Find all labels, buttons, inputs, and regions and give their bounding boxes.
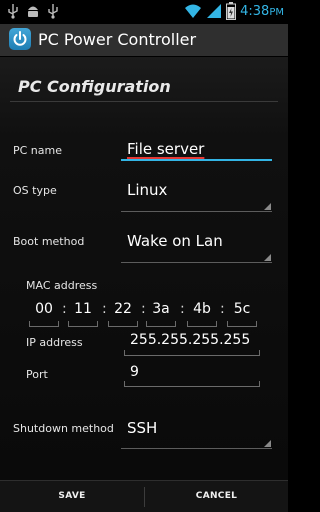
shutdown-method-spinner[interactable]: SSH: [127, 419, 157, 437]
port-label: Port: [26, 368, 48, 381]
boot-method-spinner-line: [121, 262, 272, 263]
mac-octet-5[interactable]: 4b: [188, 301, 216, 317]
cancel-button[interactable]: CANCEL: [145, 481, 288, 512]
port-underline: [124, 381, 260, 387]
wifi-icon: [185, 4, 202, 18]
dropdown-arrow-icon: [264, 254, 271, 261]
mac-octet-5-underline: [187, 321, 217, 327]
mac-octet-6-underline: [227, 321, 257, 327]
usb-icon: [8, 4, 18, 19]
boot-method-label: Boot method: [13, 235, 85, 248]
signal-icon: [207, 4, 222, 18]
port-input[interactable]: 9: [130, 364, 139, 380]
power-icon[interactable]: [9, 28, 31, 50]
mac-octet-1[interactable]: 00: [30, 301, 58, 317]
save-button[interactable]: SAVE: [0, 481, 144, 512]
status-clock: 4:38PM: [240, 3, 284, 19]
dropdown-arrow-icon: [264, 440, 271, 447]
usb-icon: [48, 4, 58, 19]
mac-separator: :: [220, 301, 225, 317]
ip-address-input[interactable]: 255.255.255.255: [130, 332, 250, 348]
section-divider: [10, 101, 278, 102]
os-type-spinner[interactable]: Linux: [127, 181, 167, 199]
os-type-label: OS type: [13, 184, 57, 197]
mac-address-label: MAC address: [26, 279, 98, 292]
mac-octet-3[interactable]: 22: [109, 301, 137, 317]
app-title: PC Power Controller: [38, 30, 197, 49]
android-debug-icon: [28, 6, 38, 17]
mac-octet-2-underline: [68, 321, 98, 327]
mac-octet-1-underline: [29, 321, 59, 327]
pc-name-underline: [121, 159, 272, 161]
boot-method-spinner[interactable]: Wake on Lan: [127, 232, 223, 250]
dropdown-arrow-icon: [264, 203, 271, 210]
ip-address-underline: [124, 350, 260, 356]
pc-name-label: PC name: [13, 144, 63, 157]
mac-octet-2[interactable]: 11: [69, 301, 97, 317]
button-bar: SAVE CANCEL: [0, 480, 288, 512]
config-form: PC Configuration PC name File server OS …: [0, 57, 288, 480]
section-title: PC Configuration: [18, 77, 171, 96]
mac-separator: :: [102, 301, 107, 317]
mac-octet-3-underline: [108, 321, 138, 327]
action-bar: PC Power Controller: [0, 24, 288, 56]
mac-separator: :: [180, 301, 185, 317]
mac-octet-6[interactable]: 5c: [228, 301, 256, 317]
pc-name-input[interactable]: File server: [127, 140, 204, 158]
status-bar: 4:38PM: [0, 0, 288, 24]
os-type-spinner-line: [121, 211, 272, 212]
mac-octet-4-underline: [146, 321, 176, 327]
battery-icon: [226, 2, 237, 20]
mac-separator: :: [62, 301, 67, 317]
mac-separator: :: [141, 301, 146, 317]
ip-address-label: IP address: [26, 336, 83, 349]
shutdown-method-label: Shutdown method: [13, 422, 114, 435]
shutdown-method-spinner-line: [121, 448, 272, 449]
mac-octet-4[interactable]: 3a: [147, 301, 175, 317]
